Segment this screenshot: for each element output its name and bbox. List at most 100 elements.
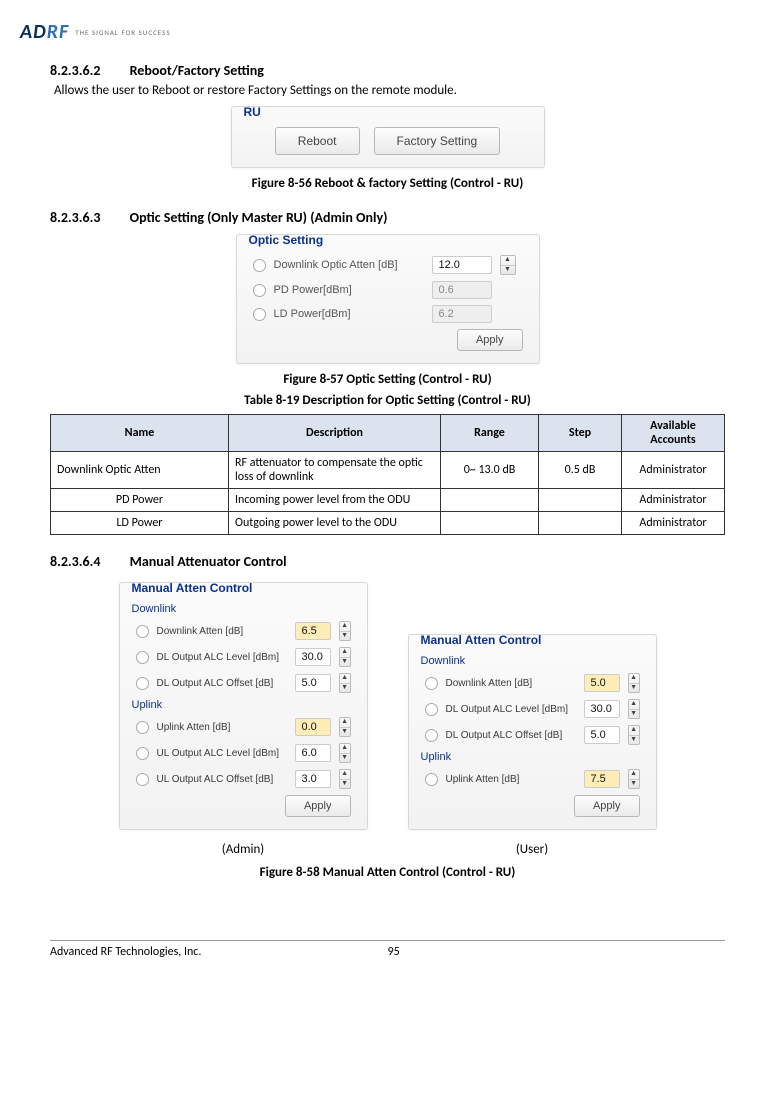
- figure-8-57-caption: Figure 8-57 Optic Setting (Control - RU): [50, 372, 725, 387]
- reboot-button[interactable]: Reboot: [275, 127, 360, 155]
- atten-label: UL Output ALC Level [dBm]: [157, 748, 287, 759]
- radio-icon[interactable]: [136, 677, 149, 690]
- atten-label: DL Output ALC Offset [dB]: [157, 678, 287, 689]
- dl-optic-atten-input[interactable]: 12.0: [432, 256, 492, 274]
- stepper-icon[interactable]: ▲▼: [339, 647, 351, 667]
- optic-desc-table: Name Description Range Step Available Ac…: [50, 414, 725, 535]
- cell-range: [441, 489, 539, 512]
- atten-input[interactable]: 5.0: [584, 726, 620, 744]
- th-step: Step: [539, 415, 622, 452]
- atten-input[interactable]: 3.0: [295, 770, 331, 788]
- heading-title: Reboot/Factory Setting: [130, 62, 264, 79]
- th-description: Description: [229, 415, 441, 452]
- manual-panel-title: Manual Atten Control: [421, 633, 644, 647]
- atten-input[interactable]: 7.5: [584, 770, 620, 788]
- atten-row: Uplink Atten [dB] 0.0 ▲▼: [136, 717, 351, 737]
- atten-row: UL Output ALC Offset [dB] 3.0 ▲▼: [136, 769, 351, 789]
- manual-apply-button[interactable]: Apply: [574, 795, 640, 817]
- cell-acct: Administrator: [622, 489, 725, 512]
- stepper-icon[interactable]: ▲▼: [339, 717, 351, 737]
- atten-input[interactable]: 6.0: [295, 744, 331, 762]
- stepper-icon[interactable]: ▲▼: [628, 699, 640, 719]
- stepper-icon[interactable]: ▲▼: [339, 743, 351, 763]
- atten-input[interactable]: 6.5: [295, 622, 331, 640]
- footer-company: Advanced RF Technologies, Inc.: [50, 945, 388, 959]
- stepper-icon[interactable]: ▲▼: [628, 673, 640, 693]
- manual-atten-panel-user: Manual Atten Control Downlink Downlink A…: [408, 634, 657, 830]
- cell-step: [539, 489, 622, 512]
- heading-num: 8.2.3.6.2: [50, 62, 100, 79]
- stepper-icon[interactable]: ▲▼: [339, 769, 351, 789]
- optic-apply-button[interactable]: Apply: [457, 329, 523, 351]
- radio-icon[interactable]: [136, 747, 149, 760]
- radio-icon[interactable]: [425, 703, 438, 716]
- heading-num: 8.2.3.6.4: [50, 553, 100, 570]
- pd-power-label: PD Power[dBm]: [274, 284, 424, 296]
- radio-icon[interactable]: [425, 773, 438, 786]
- stepper-icon[interactable]: ▲▼: [628, 769, 640, 789]
- logo-tagline: THE SIGNAL FOR SUCCESS: [75, 28, 170, 37]
- ld-power-label: LD Power[dBm]: [274, 308, 424, 320]
- manual-apply-button[interactable]: Apply: [285, 795, 351, 817]
- atten-row: DL Output ALC Level [dBm] 30.0 ▲▼: [425, 699, 640, 719]
- atten-label: DL Output ALC Offset [dB]: [446, 730, 576, 741]
- atten-label: Uplink Atten [dB]: [446, 774, 576, 785]
- atten-row: DL Output ALC Offset [dB] 5.0 ▲▼: [425, 725, 640, 745]
- table-row: Downlink Optic Atten RF attenuator to co…: [51, 452, 725, 489]
- radio-icon[interactable]: [136, 651, 149, 664]
- atten-label: DL Output ALC Level [dBm]: [446, 704, 576, 715]
- cell-desc: Outgoing power level to the ODU: [229, 512, 441, 535]
- atten-row: DL Output ALC Level [dBm] 30.0 ▲▼: [136, 647, 351, 667]
- radio-icon[interactable]: [425, 677, 438, 690]
- uplink-header: Uplink: [421, 751, 640, 763]
- cell-step: 0.5 dB: [539, 452, 622, 489]
- radio-icon[interactable]: [253, 284, 266, 297]
- cell-step: [539, 512, 622, 535]
- atten-input[interactable]: 5.0: [584, 674, 620, 692]
- factory-setting-button[interactable]: Factory Setting: [374, 127, 501, 155]
- th-name: Name: [51, 415, 229, 452]
- heading-optic: 8.2.3.6.3 Optic Setting (Only Master RU)…: [50, 209, 725, 226]
- table-row: LD Power Outgoing power level to the ODU…: [51, 512, 725, 535]
- th-range: Range: [441, 415, 539, 452]
- radio-icon[interactable]: [253, 308, 266, 321]
- cell-range: [441, 512, 539, 535]
- table-8-19-caption: Table 8-19 Description for Optic Setting…: [50, 393, 725, 408]
- stepper-icon[interactable]: ▲▼: [339, 673, 351, 693]
- radio-icon[interactable]: [136, 625, 149, 638]
- atten-label: Downlink Atten [dB]: [157, 626, 287, 637]
- footer-page-number: 95: [388, 945, 400, 959]
- dl-optic-atten-label: Downlink Optic Atten [dB]: [274, 259, 424, 271]
- downlink-header: Downlink: [132, 603, 351, 615]
- stepper-icon[interactable]: ▲▼: [628, 725, 640, 745]
- stepper-icon[interactable]: ▲▼: [339, 621, 351, 641]
- cell-acct: Administrator: [622, 512, 725, 535]
- atten-label: Uplink Atten [dB]: [157, 722, 287, 733]
- th-accounts: Available Accounts: [622, 415, 725, 452]
- radio-icon[interactable]: [425, 729, 438, 742]
- pd-power-input: 0.6: [432, 281, 492, 299]
- atten-input[interactable]: 30.0: [584, 700, 620, 718]
- atten-label: Downlink Atten [dB]: [446, 678, 576, 689]
- page-footer: Advanced RF Technologies, Inc. 95: [50, 940, 725, 959]
- heading-num: 8.2.3.6.3: [50, 209, 100, 226]
- reboot-body: Allows the user to Reboot or restore Fac…: [54, 83, 725, 98]
- logo: ADRF THE SIGNAL FOR SUCCESS: [20, 20, 725, 44]
- ld-power-input: 6.2: [432, 305, 492, 323]
- cell-name: Downlink Optic Atten: [51, 452, 229, 489]
- atten-input[interactable]: 0.0: [295, 718, 331, 736]
- atten-input[interactable]: 30.0: [295, 648, 331, 666]
- cell-desc: RF attenuator to compensate the optic lo…: [229, 452, 441, 489]
- role-admin-label: (Admin): [222, 842, 264, 857]
- atten-label: DL Output ALC Level [dBm]: [157, 652, 287, 663]
- radio-icon[interactable]: [136, 773, 149, 786]
- atten-label: UL Output ALC Offset [dB]: [157, 774, 287, 785]
- stepper-icon[interactable]: ▲▼: [500, 255, 516, 275]
- optic-setting-panel: Optic Setting Downlink Optic Atten [dB] …: [236, 234, 540, 364]
- figure-8-56-caption: Figure 8-56 Reboot & factory Setting (Co…: [50, 176, 725, 191]
- atten-input[interactable]: 5.0: [295, 674, 331, 692]
- cell-name: LD Power: [51, 512, 229, 535]
- radio-icon[interactable]: [253, 259, 266, 272]
- manual-panel-title: Manual Atten Control: [132, 581, 355, 595]
- radio-icon[interactable]: [136, 721, 149, 734]
